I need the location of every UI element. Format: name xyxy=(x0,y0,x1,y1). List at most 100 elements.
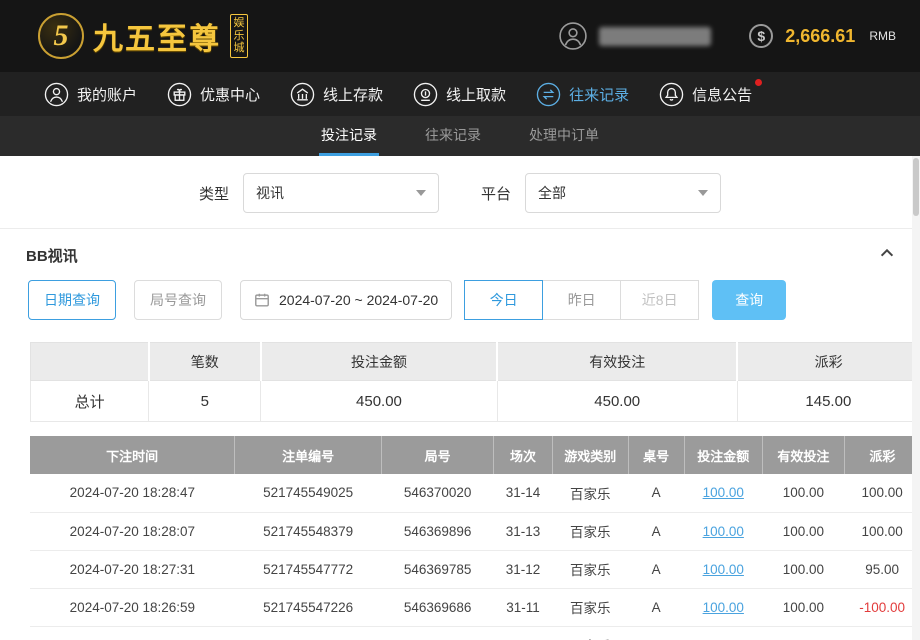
table-row: 2024-07-20 18:26:59521745547226546369686… xyxy=(30,588,920,626)
nav-item-deposit[interactable]: 线上存款 xyxy=(290,82,383,107)
table-cell: 2024-07-20 18:26:32 xyxy=(30,626,235,640)
col-bet-amount: 投注金额 xyxy=(684,436,762,474)
col-game-type: 游戏类别 xyxy=(552,436,628,474)
bet-table-body: 2024-07-20 18:28:47521745549025546370020… xyxy=(30,474,920,640)
table-cell: 95.00 xyxy=(844,550,920,588)
nav-label: 我的账户 xyxy=(77,84,137,105)
site-logo[interactable]: 5 九五至尊 娱乐城 xyxy=(38,13,248,59)
col-order-id: 注单编号 xyxy=(235,436,382,474)
table-cell: 31-11 xyxy=(494,588,553,626)
col-valid-bet: 有效投注 xyxy=(762,436,844,474)
table-cell: 2024-07-20 18:28:07 xyxy=(30,512,235,550)
table-cell: 546370020 xyxy=(382,474,494,512)
col-round-id: 局号 xyxy=(382,436,494,474)
table-row: 2024-07-20 18:28:07521745548379546369896… xyxy=(30,512,920,550)
notification-dot xyxy=(755,79,762,86)
nav-label: 线上取款 xyxy=(446,84,506,105)
table-cell: 546369896 xyxy=(382,512,494,550)
table-cell: 521745546803 xyxy=(235,626,382,640)
logo-title: 九五至尊 xyxy=(93,14,221,58)
quick-range-group: 今日 昨日 近8日 xyxy=(464,280,699,320)
summary-total-bet: 450.00 xyxy=(261,381,497,422)
table-cell: 百家乐 xyxy=(552,550,628,588)
nav-item-transaction-records[interactable]: 往来记录 xyxy=(536,82,629,107)
username-redacted xyxy=(599,27,711,46)
summary-header-row: 笔数 投注金额 有效投注 派彩 xyxy=(31,343,920,381)
user-area: $ 2,666.61 RMB xyxy=(559,22,896,50)
table-cell[interactable]: 100.00 xyxy=(684,550,762,588)
gift-circle-icon xyxy=(167,82,192,107)
tab-bet-records[interactable]: 投注记录 xyxy=(319,116,379,156)
platform-select[interactable]: 全部 xyxy=(525,173,721,213)
last-8-days-button[interactable]: 近8日 xyxy=(620,280,699,320)
main-nav: 我的账户 优惠中心 线上存款 线上取款 往来记录 信息公告 xyxy=(0,72,920,116)
nav-item-my-account[interactable]: 我的账户 xyxy=(44,82,137,107)
content-area: 类型 视讯 平台 全部 BB视讯 日期查询 局号查询 xyxy=(0,156,920,640)
type-filter-group: 类型 视讯 xyxy=(199,173,439,213)
col-table-no: 桌号 xyxy=(628,436,684,474)
table-cell: 100.00 xyxy=(762,588,844,626)
table-cell: 546369583 xyxy=(382,626,494,640)
table-cell: 521745548379 xyxy=(235,512,382,550)
table-cell: 546369785 xyxy=(382,550,494,588)
table-cell: 百家乐 xyxy=(552,626,628,640)
table-cell: 546369686 xyxy=(382,588,494,626)
table-cell: 31-10 xyxy=(494,626,553,640)
summary-header-count: 笔数 xyxy=(149,343,261,381)
vertical-scrollbar-thumb[interactable] xyxy=(913,158,919,216)
table-cell: 2024-07-20 18:26:59 xyxy=(30,588,235,626)
nav-label: 线上存款 xyxy=(323,84,383,105)
table-cell[interactable]: 100.00 xyxy=(684,588,762,626)
balance-currency: RMB xyxy=(869,29,896,43)
collapse-chevron-up-icon[interactable] xyxy=(878,244,896,267)
tab-transaction-records[interactable]: 往来记录 xyxy=(423,116,483,156)
nav-item-withdraw[interactable]: 线上取款 xyxy=(413,82,506,107)
bell-circle-icon xyxy=(659,82,684,107)
table-cell[interactable]: 50.00 xyxy=(684,626,762,640)
yesterday-button[interactable]: 昨日 xyxy=(542,280,621,320)
table-cell: 100.00 xyxy=(762,512,844,550)
summary-header-payout: 派彩 xyxy=(737,343,919,381)
table-cell: 521745547772 xyxy=(235,550,382,588)
summary-total-row: 总计 5 450.00 450.00 145.00 xyxy=(31,381,920,422)
date-range-value: 2024-07-20 ~ 2024-07-20 xyxy=(279,292,438,308)
table-cell: 50.00 xyxy=(762,626,844,640)
logo-coin-icon: 5 xyxy=(38,13,84,59)
summary-header-bet-amount: 投注金额 xyxy=(261,343,497,381)
deposit-circle-icon xyxy=(290,82,315,107)
summary-total-count: 5 xyxy=(149,381,261,422)
nav-item-announcements[interactable]: 信息公告 xyxy=(659,82,752,107)
table-cell: -100.00 xyxy=(844,588,920,626)
date-query-button[interactable]: 日期查询 xyxy=(28,280,116,320)
calendar-icon xyxy=(254,292,270,308)
table-cell: 百家乐 xyxy=(552,512,628,550)
today-button[interactable]: 今日 xyxy=(464,280,543,320)
col-session: 场次 xyxy=(494,436,553,474)
tab-pending-orders[interactable]: 处理中订单 xyxy=(527,116,601,156)
summary-header-valid-bet: 有效投注 xyxy=(497,343,737,381)
table-cell: 100.00 xyxy=(762,474,844,512)
date-range-input[interactable]: 2024-07-20 ~ 2024-07-20 xyxy=(240,280,452,320)
table-cell[interactable]: 100.00 xyxy=(684,512,762,550)
bet-table-header-row: 下注时间 注单编号 局号 场次 游戏类别 桌号 投注金额 有效投注 派彩 xyxy=(30,436,920,474)
nav-label: 往来记录 xyxy=(569,84,629,105)
table-cell[interactable]: 100.00 xyxy=(684,474,762,512)
table-cell: A xyxy=(628,550,684,588)
table-cell: 521745547226 xyxy=(235,588,382,626)
section-header: BB视讯 xyxy=(0,229,920,276)
type-select[interactable]: 视讯 xyxy=(243,173,439,213)
table-cell: 31-12 xyxy=(494,550,553,588)
user-circle-icon xyxy=(44,82,69,107)
sub-nav: 投注记录 往来记录 处理中订单 xyxy=(0,116,920,156)
withdraw-circle-icon xyxy=(413,82,438,107)
platform-label: 平台 xyxy=(481,183,511,204)
nav-item-promotions[interactable]: 优惠中心 xyxy=(167,82,260,107)
table-row: 2024-07-20 18:27:31521745547772546369785… xyxy=(30,550,920,588)
round-query-button[interactable]: 局号查询 xyxy=(134,280,222,320)
table-cell: 31-13 xyxy=(494,512,553,550)
dollar-icon: $ xyxy=(749,24,773,48)
table-cell: 2024-07-20 18:27:31 xyxy=(30,550,235,588)
vertical-scrollbar-track[interactable] xyxy=(912,156,920,640)
avatar-icon xyxy=(559,22,587,50)
search-button[interactable]: 查询 xyxy=(712,280,786,320)
